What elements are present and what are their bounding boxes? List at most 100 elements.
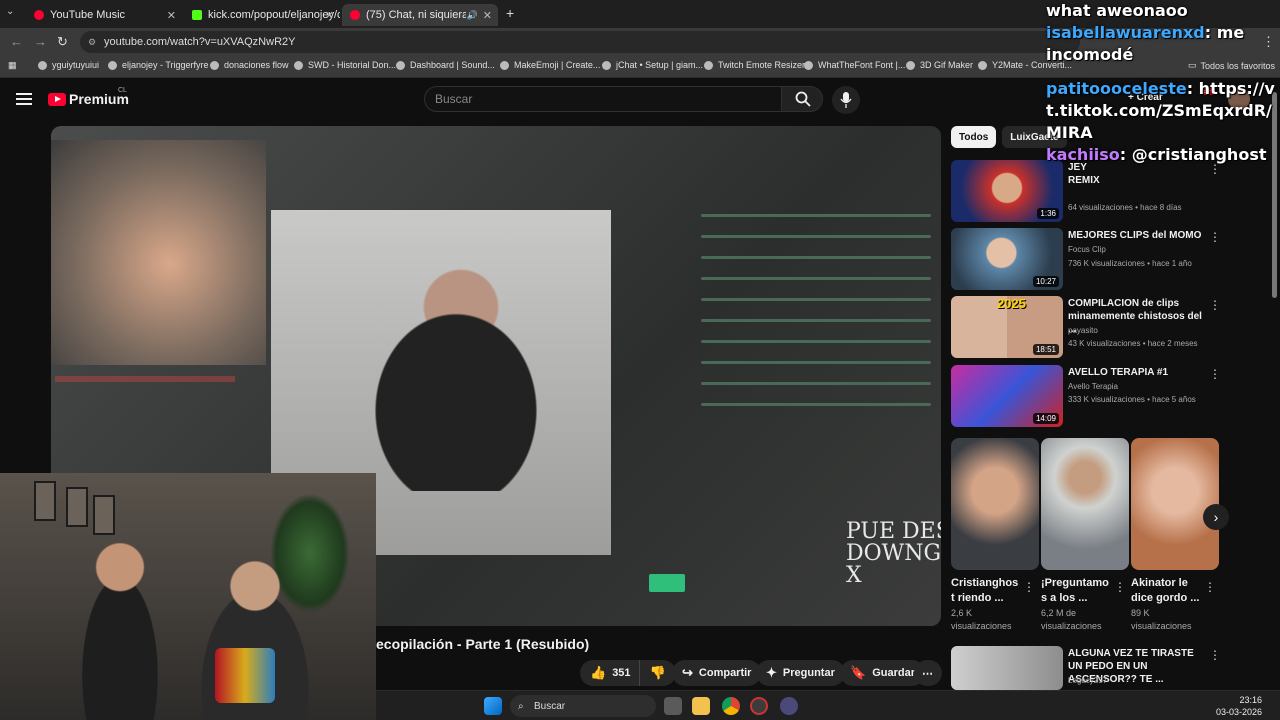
chip-todos[interactable]: Todos [951,126,997,148]
video-title[interactable]: AVELLO TERAPIA #1 [1068,366,1208,379]
share-button[interactable]: ↪ Compartir [672,660,762,686]
bookmark-item[interactable]: Dashboard | Sound... [396,60,495,70]
video-meta: 43 K visualizaciones • hace 2 meses [1068,339,1198,348]
kebab-menu-icon[interactable]: ⋮ [1204,580,1216,594]
taskbar-search-label: Buscar [534,700,566,712]
hamburger-menu-icon[interactable] [16,93,32,105]
channel-name[interactable]: Focus Clip [1068,245,1106,254]
back-icon[interactable]: ← [10,34,23,49]
video-title[interactable]: MEJORES CLIPS del MOMO [1068,229,1208,242]
kebab-menu-icon[interactable]: ⋮ [1209,367,1221,381]
close-icon[interactable]: ✕ [325,9,334,22]
bookmark-item[interactable]: SWD - Historial Don... [294,60,396,70]
chat-text: what aweonaoo [1046,1,1188,20]
video-frame-person [331,261,581,491]
recommended-video[interactable]: 2025 18:51 COMPILACION de clips minamemen… [951,296,1271,358]
chat-message: kachiiso: @cristianghost [1046,145,1267,164]
search-input[interactable]: Buscar [424,86,782,112]
bookmark-item[interactable]: donaciones flow [210,60,289,70]
voice-search-button[interactable] [832,86,860,114]
url-field[interactable]: ⚙ youtube.com/watch?v=uXVAQzNwR2Y [80,31,1080,53]
chat-text: @cristianghost [1126,145,1267,164]
thumbs-up-icon: 👍 [590,665,607,680]
speaker-icon[interactable]: 🔊 [467,10,478,21]
more-actions-button[interactable]: ⋯ [914,660,942,686]
bookmark-item[interactable]: yguiytuyuiui [38,60,99,70]
kebab-menu-icon[interactable]: ⋮ [1114,580,1126,594]
save-button[interactable]: 🔖 Guardar [840,660,925,686]
video-thumbnail[interactable]: 14:09 [951,365,1063,427]
bookmark-item[interactable]: jChat • Setup | giam... [602,60,703,70]
bookmark-icon: 🔖 [850,665,867,680]
video-thumbnail[interactable]: 10:27 [951,228,1063,290]
kebab-menu-icon[interactable]: ⋮ [1209,230,1221,244]
close-icon[interactable]: ✕ [167,9,176,22]
site-info-icon[interactable]: ⚙ [88,37,96,48]
search-button[interactable] [781,86,823,112]
kebab-menu-icon[interactable]: ⋮ [1209,298,1221,312]
short-thumbnail[interactable] [1041,438,1129,570]
recommended-video[interactable]: 10:27 MEJORES CLIPS del MOMO Focus Clip … [951,228,1271,290]
kebab-menu-icon[interactable]: ⋮ [1023,580,1035,594]
tab-youtube-video[interactable]: (75) Chat, ni siquiera soy ta 🔊 ✕ [342,4,498,26]
short-thumbnail[interactable] [951,438,1039,570]
shirt-graphic [215,648,275,703]
obs-icon[interactable] [750,697,768,715]
short-views: 89 K visualizaciones [1131,608,1192,631]
video-thumbnail[interactable] [951,646,1063,690]
system-clock[interactable]: 23:16 03-03-2026 [1216,694,1262,718]
short-caption[interactable]: Cristianghos t riendo ... [951,576,1021,606]
file-explorer-icon[interactable] [692,697,710,715]
recommended-video[interactable]: ALGUNA VEZ TE TIRASTE UN PEDO EN UN ASCE… [951,646,1271,690]
youtube-logo-icon [48,92,66,106]
share-label: Compartir [698,667,752,679]
video-thumbnail[interactable]: 1:36 [951,160,1063,222]
tab-youtube-music[interactable]: YouTube Music ✕ [26,4,182,26]
bookmark-item[interactable]: Twitch Emote Resizer [704,60,805,70]
video-meta: 64 visualizaciones • hace 8 días [1068,203,1182,212]
ask-button[interactable]: ✦ Preguntar [756,660,845,686]
url-text: youtube.com/watch?v=uXVAQzNwR2Y [104,36,296,48]
reload-icon[interactable]: ↻ [57,34,68,50]
task-view-icon[interactable] [664,697,682,715]
app-icon[interactable] [780,697,798,715]
bookmark-item[interactable]: 3D Gif Maker [906,60,973,70]
kebab-menu-icon[interactable]: ⋮ [1209,648,1221,662]
microphone-icon [840,92,852,108]
short-caption[interactable]: ¡Preguntamo s a los ... [1041,576,1111,606]
taskbar-search[interactable]: ⌕ Buscar [510,695,656,717]
ask-label: Preguntar [782,667,835,679]
recommended-video[interactable]: 14:09 AVELLO TERAPIA #1 Avello Terapia 3… [951,365,1271,427]
close-icon[interactable]: ✕ [483,9,492,22]
channel-name[interactable]: Legacy257 [1068,676,1107,685]
country-code: CL [118,87,127,94]
windows-start-icon[interactable] [484,697,502,715]
short-thumbnail[interactable] [1131,438,1219,570]
short-caption[interactable]: Akinator le dice gordo ... [1131,576,1201,606]
like-dislike-group: 👍 351 👎 [580,660,676,686]
tab-label: kick.com/popout/eljanojey/cha [208,9,340,21]
kick-icon [192,10,202,20]
new-tab-button[interactable]: + [506,5,514,21]
shorts-next-button[interactable]: › [1203,504,1229,530]
dislike-button[interactable]: 👎 [638,660,676,686]
chat-message: isabellawuarenxd: me incomodé [1046,23,1245,64]
video-thumbnail[interactable]: 2025 18:51 [951,296,1063,358]
short-views: 2,6 K visualizaciones [951,608,1012,631]
channel-name[interactable]: Avello Terapia [1068,382,1118,391]
recommended-video[interactable]: 1:36 JEY REMIX 64 visualizaciones • hace… [951,160,1271,222]
ask-group: ✦ Preguntar [756,660,845,686]
like-button[interactable]: 👍 351 [580,660,639,686]
chat-username: patitoooceleste [1046,79,1187,98]
bookmark-item[interactable]: MakeEmoji | Create... [500,60,600,70]
tab-kick[interactable]: kick.com/popout/eljanojey/cha ✕ [184,4,340,26]
tab-search-icon[interactable]: ⌄ [6,6,14,17]
youtube-premium-logo[interactable]: Premium CL [48,87,129,107]
video-frame-green-button [649,574,685,592]
chrome-icon[interactable] [722,697,740,715]
forward-icon[interactable]: → [34,34,47,49]
bookmark-item[interactable]: WhatTheFont Font |... [804,60,905,70]
channel-name[interactable]: payasito [1068,326,1098,335]
apps-icon[interactable]: ▦ [8,60,17,71]
bookmark-item[interactable]: eljanojey - Triggerfyre [108,60,209,70]
